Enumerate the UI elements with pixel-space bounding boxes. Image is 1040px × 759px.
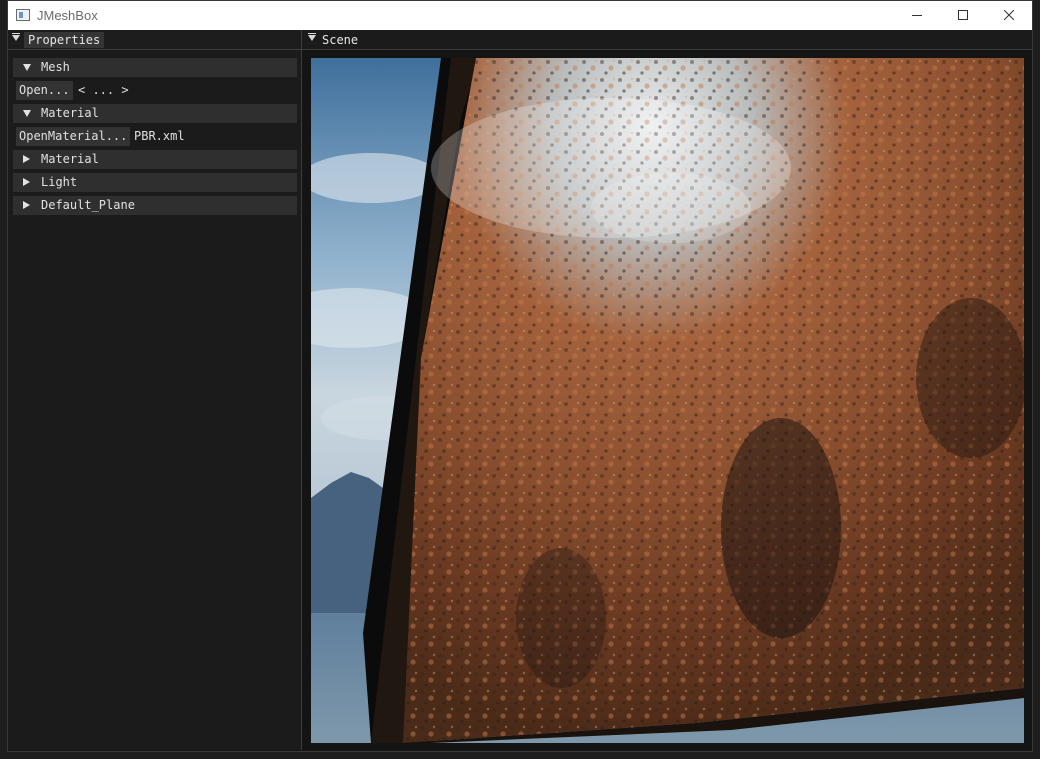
close-button[interactable] [986, 1, 1032, 30]
default-plane-label: Default_Plane [41, 198, 135, 212]
title-bar[interactable]: JMeshBox [8, 1, 1032, 30]
desktop-right-strip [1032, 0, 1040, 759]
scene-panel: Scene [302, 30, 1032, 750]
open-mesh-button[interactable]: Open... [16, 81, 73, 100]
default-plane-header[interactable]: Default_Plane [13, 196, 297, 215]
open-material-button[interactable]: OpenMaterial... [16, 127, 131, 146]
tab-properties[interactable]: Properties [24, 32, 105, 48]
material-header-expanded[interactable]: Material [13, 104, 297, 123]
light-header[interactable]: Light [13, 173, 297, 192]
material-header-label: Material [41, 106, 99, 120]
mesh-header[interactable]: Mesh [13, 58, 297, 77]
desktop-left-strip [0, 0, 8, 759]
minimize-icon [912, 15, 922, 16]
desktop-bottom-strip [0, 750, 1040, 759]
scene-viewport[interactable] [311, 58, 1024, 743]
material-collapsed-label: Material [41, 152, 99, 166]
collapsed-triangle-icon [23, 178, 30, 186]
maximize-button[interactable] [940, 1, 986, 30]
material-header-collapsed[interactable]: Material [13, 150, 297, 169]
collapse-arrow-icon[interactable] [12, 33, 20, 41]
light-header-label: Light [41, 175, 78, 189]
collapse-arrow-icon[interactable] [308, 33, 316, 41]
properties-panel: Properties Mesh Open... < ... > Material… [8, 30, 302, 750]
mesh-header-label: Mesh [41, 60, 70, 74]
window-title: JMeshBox [37, 8, 98, 23]
app-window: JMeshBox Properties Mesh Open... < ... >… [8, 1, 1032, 751]
collapsed-triangle-icon [23, 155, 30, 163]
material-file-value: PBR.xml [134, 129, 185, 143]
close-icon [1004, 10, 1014, 20]
rendered-scene [311, 58, 1024, 743]
minimize-button[interactable] [894, 1, 940, 30]
tab-scene[interactable]: Scene [322, 32, 358, 48]
expanded-triangle-icon [23, 110, 31, 117]
expanded-triangle-icon [23, 64, 31, 71]
mesh-path-value: < ... > [78, 83, 129, 97]
collapsed-triangle-icon [23, 201, 30, 209]
properties-tab-bar: Properties [8, 30, 301, 50]
scene-tab-bar: Scene [302, 30, 1032, 50]
app-icon [16, 9, 30, 21]
maximize-icon [958, 10, 968, 20]
